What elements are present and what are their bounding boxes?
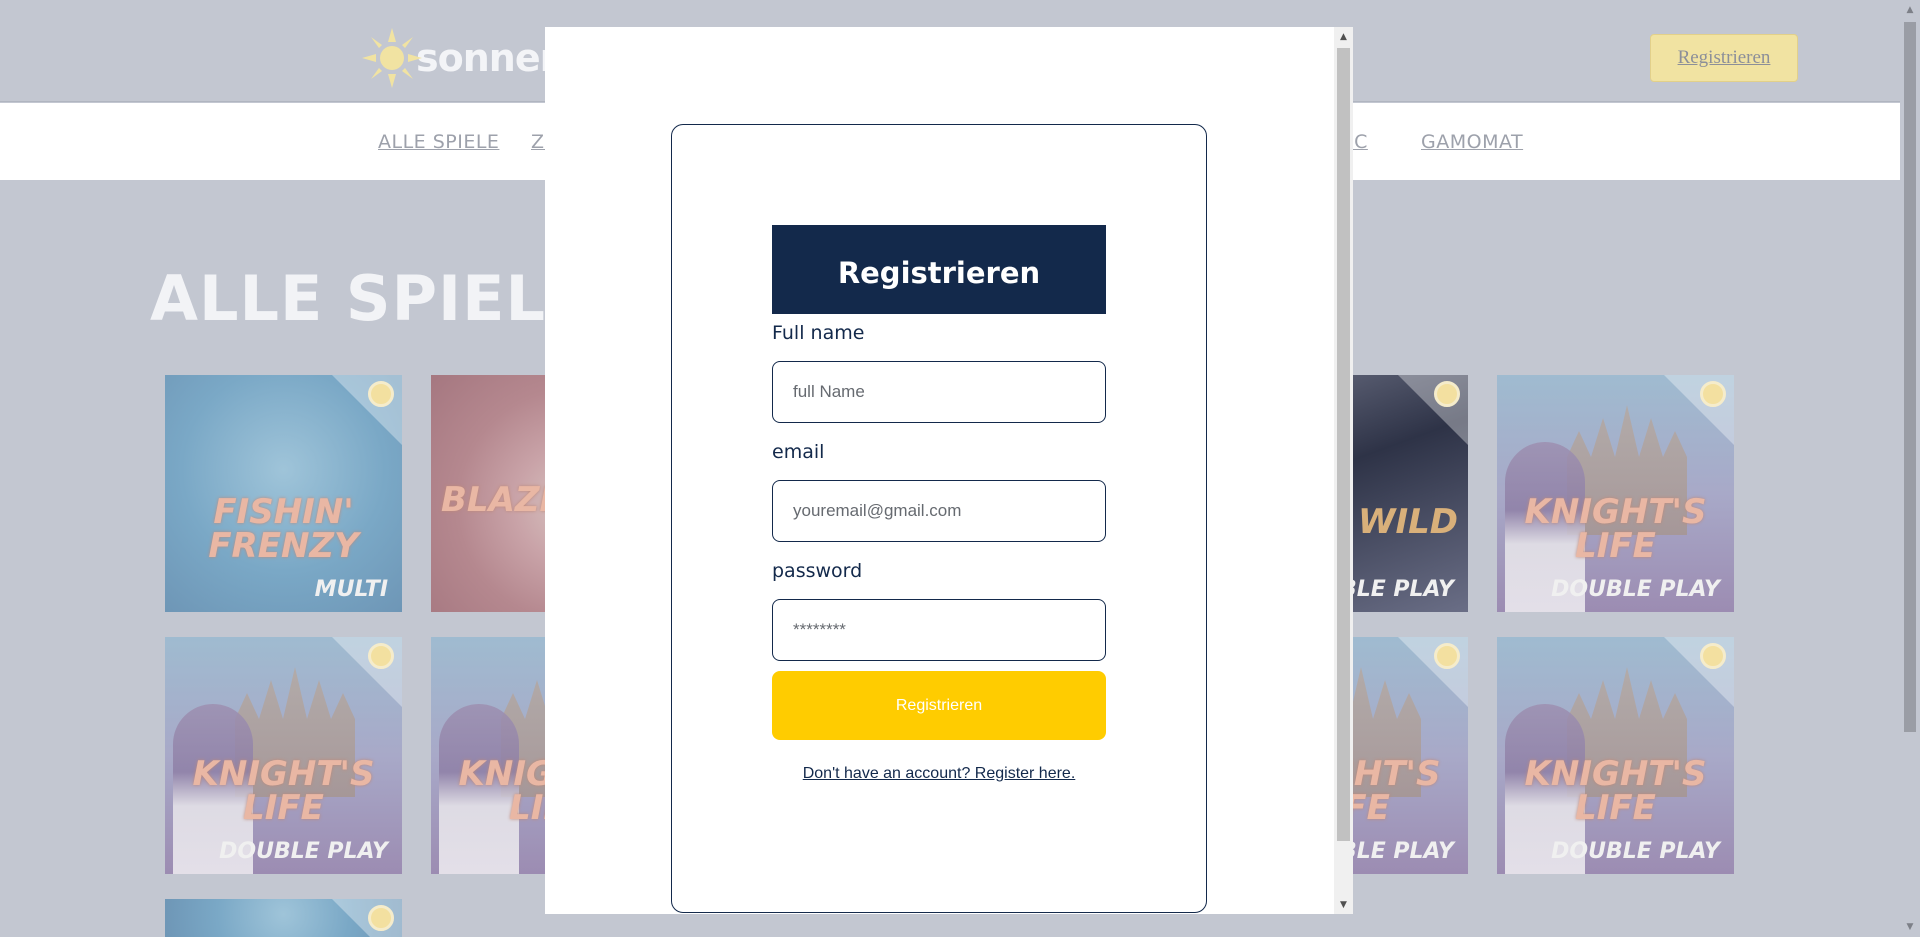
game-tile[interactable]: KNIGHT'S LIFE DOUBLE PLAY [165, 637, 402, 874]
header-register-button[interactable]: Registrieren [1650, 34, 1798, 82]
full-name-input[interactable] [772, 361, 1106, 423]
register-here-link[interactable]: Don't have an account? Register here. [772, 765, 1106, 783]
game-subtitle: MULTI [314, 577, 388, 603]
game-title: KNIGHT'S LIFE [1524, 492, 1707, 566]
form-title: Registrieren [772, 225, 1106, 314]
password-input[interactable] [772, 599, 1106, 661]
sun-badge-icon [1700, 381, 1726, 407]
modal-scrollbar[interactable]: ▲ ▼ [1334, 27, 1353, 914]
scroll-up-arrow-icon[interactable]: ▲ [1900, 0, 1920, 20]
page-title: ALLE SPIELE [150, 262, 590, 335]
game-subtitle: DOUBLE PLAY [219, 839, 388, 865]
game-tile[interactable] [165, 899, 402, 937]
sun-badge-icon [1434, 381, 1460, 407]
sun-badge-icon [368, 381, 394, 407]
sun-badge-icon [1434, 643, 1460, 669]
modal-scroll-thumb[interactable] [1337, 48, 1350, 841]
game-subtitle: DOUBLE PLAY [1551, 577, 1720, 603]
email-input[interactable] [772, 480, 1106, 542]
game-tile[interactable]: KNIGHT'S LIFE DOUBLE PLAY [1497, 375, 1734, 612]
game-title: KNIGHT'S LIFE [1524, 754, 1707, 828]
game-tile[interactable]: FISHIN' FRENZY MULTI [165, 375, 402, 612]
page-scroll-thumb[interactable] [1904, 22, 1916, 732]
password-label: password [772, 560, 863, 582]
game-title: FISHIN' FRENZY [208, 492, 359, 566]
scroll-down-arrow-icon[interactable]: ▼ [1900, 917, 1920, 937]
nav-item-gamomat[interactable]: GAMOMAT [1421, 131, 1523, 153]
game-subtitle: DOUBLE PLAY [1551, 839, 1720, 865]
scroll-up-arrow-icon[interactable]: ▲ [1334, 27, 1353, 46]
game-title: KNIGHT'S LIFE [192, 754, 375, 828]
full-name-label: Full name [772, 322, 865, 344]
page-scrollbar[interactable]: ▲ ▼ [1900, 0, 1920, 937]
sun-badge-icon [368, 905, 394, 931]
scroll-down-arrow-icon[interactable]: ▼ [1334, 895, 1353, 914]
nav-item-alle-spiele[interactable]: ALLE SPIELE [378, 131, 499, 153]
sun-badge-icon [1700, 643, 1726, 669]
register-submit-button[interactable]: Registrieren [772, 671, 1106, 740]
sun-logo-icon [362, 28, 422, 88]
email-label: email [772, 441, 825, 463]
game-tile[interactable]: KNIGHT'S LIFE DOUBLE PLAY [1497, 637, 1734, 874]
sun-badge-icon [368, 643, 394, 669]
